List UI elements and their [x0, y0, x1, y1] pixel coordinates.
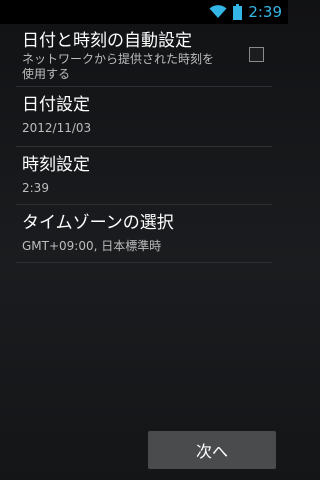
auto-datetime-summary: ネットワークから提供された時刻を使用する: [22, 52, 215, 81]
date-setting-title: 日付設定: [22, 95, 90, 115]
time-setting-value: 2:39: [22, 181, 49, 195]
auto-datetime-checkbox[interactable]: [249, 47, 264, 62]
status-clock: 2:39: [248, 3, 282, 21]
time-setting-title: 時刻設定: [22, 155, 90, 175]
timezone-value: GMT+09:00, 日本標準時: [22, 239, 162, 253]
auto-datetime-item[interactable]: 日付と時刻の自動設定 ネットワークから提供された時刻を使用する: [16, 24, 272, 87]
auto-datetime-title: 日付と時刻の自動設定: [22, 31, 192, 51]
timezone-item[interactable]: タイムゾーンの選択 GMT+09:00, 日本標準時: [16, 205, 272, 263]
wifi-icon: [209, 5, 227, 18]
date-setting-value: 2012/11/03: [22, 121, 92, 135]
date-setting-item[interactable]: 日付設定 2012/11/03: [16, 87, 272, 147]
time-setting-item[interactable]: 時刻設定 2:39: [16, 147, 272, 205]
settings-list: 日付と時刻の自動設定 ネットワークから提供された時刻を使用する 日付設定 201…: [0, 24, 288, 263]
next-button[interactable]: 次へ: [148, 431, 276, 469]
status-bar: 2:39: [0, 0, 288, 24]
battery-icon: [233, 4, 243, 20]
timezone-title: タイムゾーンの選択: [22, 213, 174, 233]
